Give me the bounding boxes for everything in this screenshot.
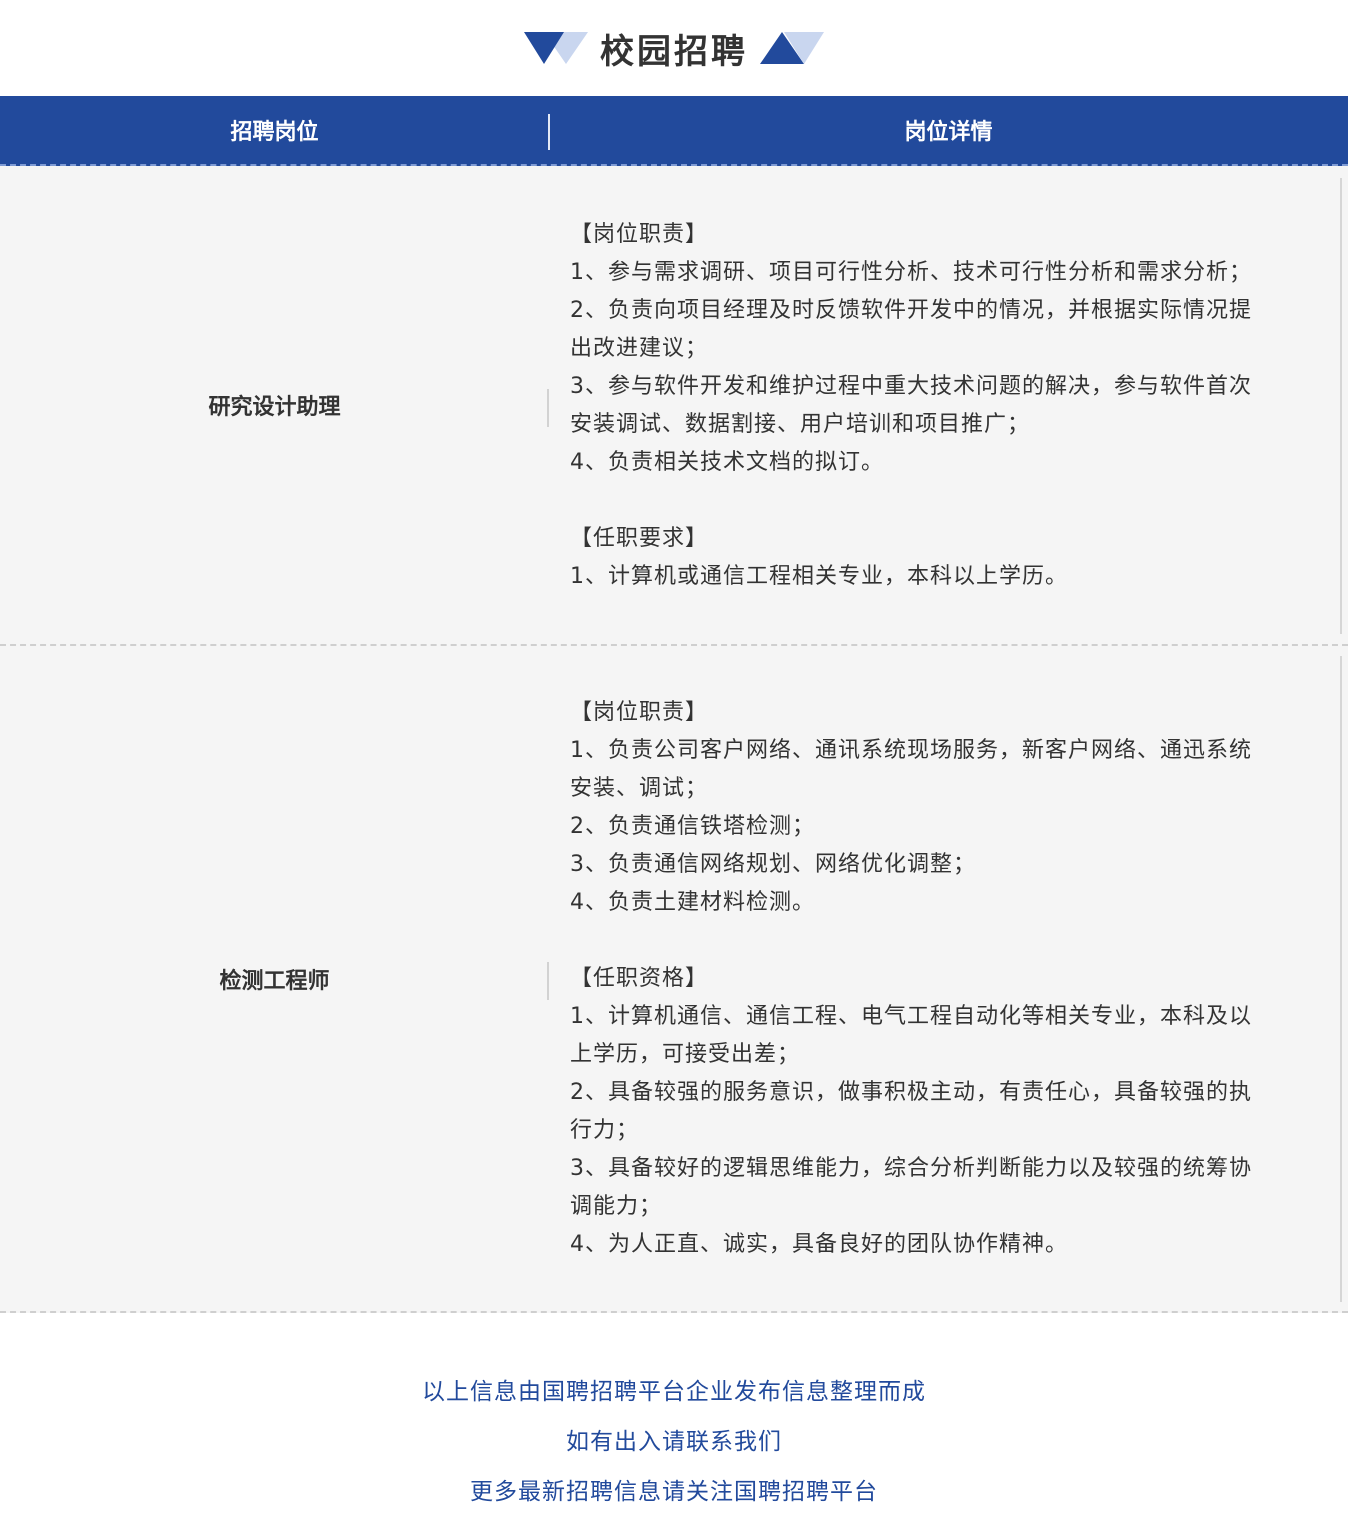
- detail-line: 出改进建议；: [570, 336, 709, 361]
- section-title-bar: 校园招聘: [0, 0, 1348, 96]
- row-right-border: [1340, 656, 1342, 1302]
- table-row: 检测工程师 【岗位职责】 1、负责公司客户网络、通讯系统现场服务，新客户网络、通…: [0, 646, 1348, 1313]
- detail-line: 3、具备较好的逻辑思维能力，综合分析判断能力以及较强的统筹协: [570, 1156, 1252, 1181]
- table-header: 招聘岗位 岗位详情: [0, 96, 1348, 166]
- footer-notes: 以上信息由国聘招聘平台企业发布信息整理而成 如有出入请联系我们 更多最新招聘信息…: [0, 1370, 1348, 1520]
- header-details: 岗位详情: [904, 120, 993, 145]
- detail-line: 1、计算机通信、通信工程、电气工程自动化等相关专业，本科及以: [570, 1004, 1252, 1029]
- footer-line: 如有出入请联系我们: [566, 1429, 782, 1455]
- section-heading: 【岗位职责】: [570, 222, 709, 247]
- position-name: 研究设计助理: [208, 395, 341, 420]
- down-triangle-decoration-icon: [524, 32, 588, 64]
- detail-line: 4、为人正直、诚实，具备良好的团队协作精神。: [570, 1232, 1068, 1257]
- detail-line: 安装调试、数据割接、用户培训和项目推广；: [570, 412, 1031, 437]
- detail-line: 2、负责向项目经理及时反馈软件开发中的情况，并根据实际情况提: [570, 298, 1252, 323]
- detail-line: 1、计算机或通信工程相关专业，本科以上学历。: [570, 564, 1068, 589]
- up-triangle-decoration-icon: [760, 32, 824, 64]
- row-right-border: [1340, 178, 1342, 634]
- detail-line: 4、负责土建材料检测。: [570, 890, 815, 915]
- detail-line: 4、负责相关技术文档的拟订。: [570, 450, 884, 475]
- position-name: 检测工程师: [219, 968, 330, 994]
- detail-line: 3、负责通信网络规划、网络优化调整；: [570, 852, 976, 877]
- page-title: 校园招聘: [600, 31, 748, 72]
- detail-line: 安装、调试；: [570, 776, 709, 801]
- position-details: 【岗位职责】 1、参与需求调研、项目可行性分析、技术可行性分析和需求分析； 2、…: [570, 216, 1330, 596]
- footer-line: 以上信息由国聘招聘平台企业发布信息整理而成: [422, 1379, 926, 1405]
- position-details: 【岗位职责】 1、负责公司客户网络、通讯系统现场服务，新客户网络、通迅系统 安装…: [570, 694, 1330, 1264]
- detail-line: 上学历，可接受出差；: [570, 1042, 801, 1067]
- header-divider: [548, 114, 550, 150]
- detail-line: 1、负责公司客户网络、通讯系统现场服务，新客户网络、通迅系统: [570, 738, 1252, 763]
- section-heading: 【任职要求】: [570, 526, 709, 551]
- detail-line: 行力；: [570, 1118, 640, 1143]
- detail-line: 2、具备较强的服务意识，做事积极主动，有责任心，具备较强的执: [570, 1080, 1252, 1105]
- detail-line: 2、负责通信铁塔检测；: [570, 814, 815, 839]
- section-heading: 【任职资格】: [570, 966, 709, 991]
- section-heading: 【岗位职责】: [570, 700, 709, 725]
- footer-line: 更多最新招聘信息请关注国聘招聘平台: [470, 1479, 878, 1505]
- detail-line: 1、参与需求调研、项目可行性分析、技术可行性分析和需求分析；: [570, 260, 1252, 285]
- detail-line: 3、参与软件开发和维护过程中重大技术问题的解决，参与软件首次: [570, 374, 1252, 399]
- table-row: 研究设计助理 【岗位职责】 1、参与需求调研、项目可行性分析、技术可行性分析和需…: [0, 166, 1348, 646]
- column-divider: [547, 962, 549, 1000]
- column-divider: [547, 389, 549, 427]
- header-position: 招聘岗位: [230, 120, 319, 145]
- detail-line: 调能力；: [570, 1194, 663, 1219]
